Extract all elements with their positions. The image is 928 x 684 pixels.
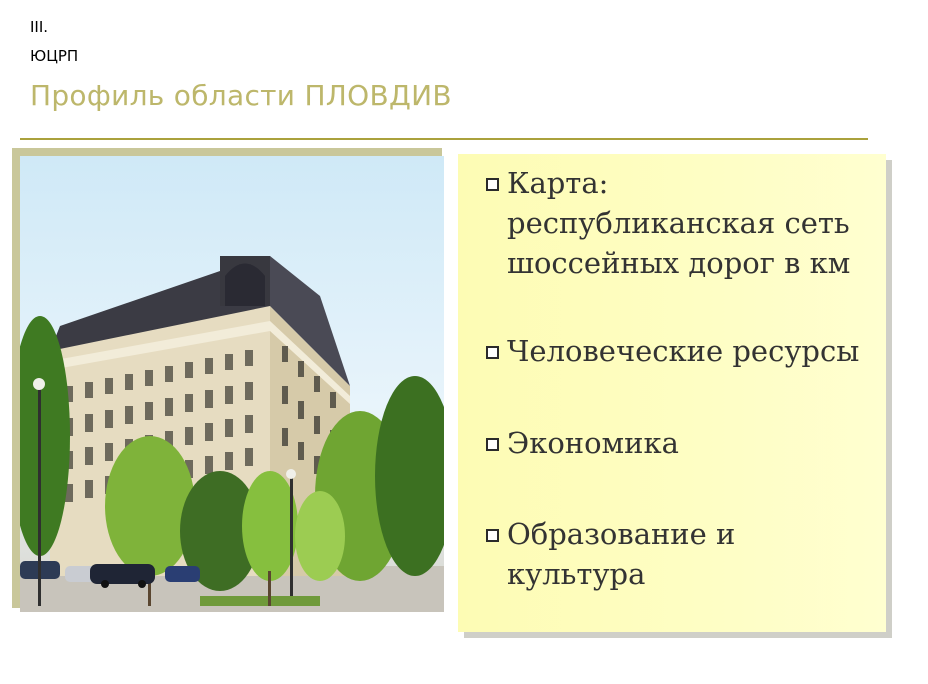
section-number: III. (30, 18, 49, 36)
organization-label: ЮЦРП (30, 47, 79, 65)
square-bullet-icon (486, 178, 499, 191)
list-item: Экономика (470, 423, 875, 463)
list-item-label: Экономика (507, 426, 679, 460)
title-divider (20, 138, 868, 140)
building-photo (20, 156, 444, 612)
page-title: Профиль области ПЛОВДИВ (30, 79, 452, 112)
building-illustration (20, 256, 444, 612)
list-item: Образование и культура (470, 514, 875, 594)
list-item-label: Человеческие ресурсы (507, 334, 860, 368)
square-bullet-icon (486, 529, 499, 542)
list-item: Человеческие ресурсы (470, 331, 875, 371)
topics-list: Карта: республиканская сеть шоссейных до… (458, 154, 886, 632)
list-item-label: Образование и культура (507, 517, 736, 591)
square-bullet-icon (486, 438, 499, 451)
list-item: Карта: республиканская сеть шоссейных до… (470, 163, 875, 283)
list-item-label: Карта: республиканская сеть шоссейных до… (507, 166, 851, 280)
square-bullet-icon (486, 346, 499, 359)
